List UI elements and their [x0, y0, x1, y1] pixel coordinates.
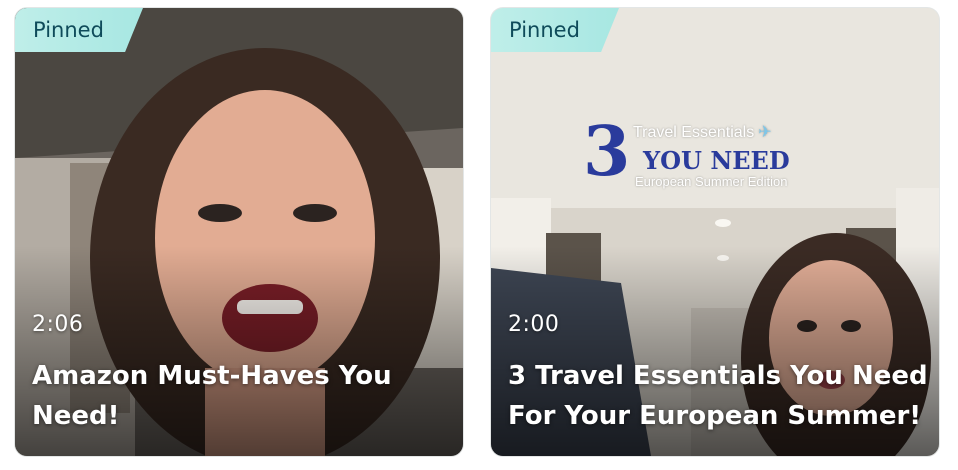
- video-grid: Pinned 2:06 Amazon Must-Haves You Need!: [0, 0, 958, 470]
- video-card[interactable]: Pinned 2:06 Amazon Must-Haves You Need!: [15, 8, 463, 456]
- overlay-line-3: European Summer Edition: [635, 174, 788, 189]
- pinned-badge: Pinned: [491, 8, 619, 52]
- overlay-number: 3: [583, 112, 631, 192]
- airplane-icon: ✈: [758, 124, 772, 141]
- video-card[interactable]: 3 Travel Essentials ✈ YOU NEED European S…: [491, 8, 939, 456]
- video-duration: 2:06: [32, 312, 84, 337]
- video-title[interactable]: Amazon Must-Haves You Need!: [32, 356, 452, 436]
- thumbnail-overlay-text: 3 Travel Essentials ✈ YOU NEED European S…: [583, 116, 823, 196]
- overlay-line-1-text: Travel Essentials: [633, 124, 755, 141]
- overlay-line-1: Travel Essentials ✈: [633, 122, 772, 142]
- overlay-line-2: YOU NEED: [643, 146, 790, 175]
- pinned-badge: Pinned: [15, 8, 143, 52]
- video-title[interactable]: 3 Travel Essentials You Need For Your Eu…: [508, 356, 928, 436]
- video-duration: 2:00: [508, 312, 560, 337]
